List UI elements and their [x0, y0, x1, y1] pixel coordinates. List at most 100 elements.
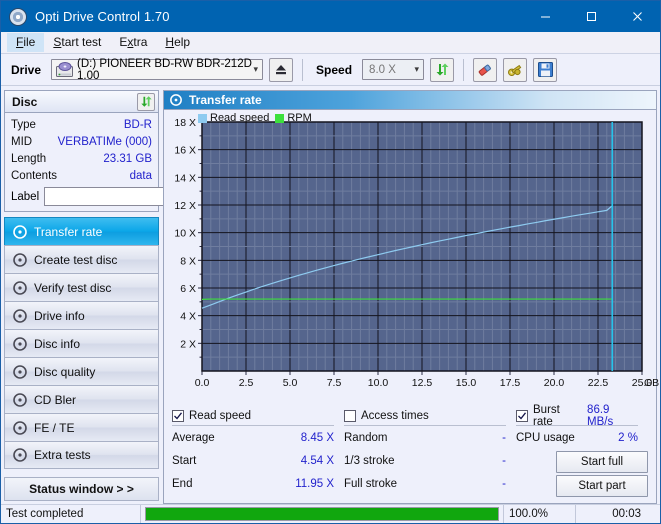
sidebar-item-extra-tests[interactable]: Extra tests	[4, 441, 159, 469]
disc-row-value: VERBATIMe (000)	[58, 134, 152, 151]
disc-refresh-button[interactable]	[137, 93, 155, 111]
disc-row-value: data	[130, 168, 152, 185]
read-speed-checkbox-row[interactable]: Read speed	[172, 407, 334, 426]
disc-row-value: 23.31 GB	[103, 151, 152, 168]
access-times-checkbox[interactable]	[344, 410, 356, 422]
stats-col-read-speed: Read speed Average 8.45 X Start 4.54 X E…	[172, 407, 344, 503]
eject-button[interactable]	[269, 58, 293, 82]
sidebar-item-label: Extra tests	[34, 448, 91, 462]
toolbar: Drive (D:) PIONEER BD-RW BDR-212D 1.00 ▾	[1, 54, 660, 86]
maximize-button[interactable]	[568, 1, 614, 32]
speed-select[interactable]: 8.0 X ▾	[362, 59, 424, 80]
menu-help-rest: elp	[174, 35, 190, 49]
sidebar-item-label: Verify test disc	[34, 281, 111, 295]
transfer-rate-header: Transfer rate	[164, 91, 656, 110]
stat-label: 1/3 stroke	[344, 455, 395, 467]
disc-row-value: BD-R	[124, 117, 152, 134]
menu-file-rest: ile	[23, 35, 35, 49]
close-button[interactable]	[614, 1, 660, 32]
disc-icon	[13, 365, 27, 379]
start-part-button[interactable]: Start part	[556, 475, 648, 497]
sidebar-item-cd-bler[interactable]: CD Bler	[4, 385, 159, 413]
erase-button[interactable]	[473, 58, 497, 82]
svg-text:GB: GB	[644, 377, 659, 389]
stat-row-average: Average 8.45 X	[172, 426, 334, 449]
tools-button[interactable]	[503, 58, 527, 82]
sidebar-item-label: CD Bler	[34, 393, 76, 407]
disc-icon	[13, 281, 27, 295]
menu-start-test[interactable]: Start test	[44, 33, 110, 52]
minimize-button[interactable]	[522, 1, 568, 32]
title-bar: Opti Drive Control 1.70	[1, 1, 660, 32]
svg-text:10 X: 10 X	[174, 228, 196, 240]
svg-text:22.5: 22.5	[588, 377, 609, 389]
sidebar-item-create-test-disc[interactable]: Create test disc	[4, 245, 159, 273]
drive-select[interactable]: (D:) PIONEER BD-RW BDR-212D 1.00 ▾	[51, 59, 263, 80]
disc-row-key: MID	[11, 134, 32, 151]
toolbar-separator-2	[463, 59, 464, 81]
sidebar-item-label: Create test disc	[34, 253, 117, 267]
read-speed-checkbox[interactable]	[172, 410, 184, 422]
speed-select-value: 8.0 X	[369, 64, 396, 76]
menu-extra[interactable]: Extra	[110, 33, 156, 52]
menu-help[interactable]: Help	[156, 33, 199, 52]
sidebar-item-label: Drive info	[34, 309, 85, 323]
disc-panel-title: Disc	[12, 95, 37, 109]
sidebar-item-label: Disc quality	[34, 365, 95, 379]
stat-row-end: End 11.95 X	[172, 472, 334, 495]
disc-label-key: Label	[11, 191, 39, 203]
speed-label: Speed	[312, 63, 356, 77]
stat-value: 4.54 X	[301, 455, 334, 467]
sidebar-item-verify-test-disc[interactable]: Verify test disc	[4, 273, 159, 301]
legend-label: RPM	[287, 112, 311, 124]
drive-label: Drive	[7, 63, 45, 77]
right-column: Transfer rate Read speed RPM 2 X4 X6 X8 …	[163, 90, 657, 504]
stat-row-third-stroke: 1/3 stroke -	[344, 449, 506, 472]
menu-file[interactable]: File	[7, 33, 44, 52]
sidebar-item-label: Disc info	[34, 337, 80, 351]
sidebar-item-fe-te[interactable]: FE / TE	[4, 413, 159, 441]
access-times-label: Access times	[361, 410, 429, 422]
sidebar-item-disc-quality[interactable]: Disc quality	[4, 357, 159, 385]
menu-start-test-rest: tart test	[61, 35, 101, 49]
stat-value: 2 %	[618, 432, 638, 444]
svg-text:12 X: 12 X	[174, 200, 196, 212]
stat-value: -	[502, 455, 506, 467]
disc-icon	[13, 448, 27, 462]
refresh-button[interactable]	[430, 58, 454, 82]
sidebar-item-transfer-rate[interactable]: Transfer rate	[4, 217, 159, 245]
svg-text:2.5: 2.5	[239, 377, 254, 389]
progress-fill	[146, 508, 498, 520]
stat-row-full-stroke: Full stroke -	[344, 472, 506, 495]
chevron-down-icon: ▾	[254, 60, 259, 79]
disc-icon	[13, 309, 27, 323]
disc-row-length: Length 23.31 GB	[11, 151, 152, 168]
stat-value: -	[502, 432, 506, 444]
svg-text:20.0: 20.0	[544, 377, 565, 389]
legend-swatch	[275, 114, 284, 123]
stats-panel: Read speed Average 8.45 X Start 4.54 X E…	[164, 404, 656, 503]
disc-row-key: Contents	[11, 168, 57, 185]
svg-text:2 X: 2 X	[180, 338, 196, 350]
start-full-button[interactable]: Start full	[556, 451, 648, 473]
sidebar-item-drive-info[interactable]: Drive info	[4, 301, 159, 329]
left-column: Disc Type BD-R MID VERB	[4, 90, 159, 504]
disc-icon	[13, 421, 27, 435]
main-body: Disc Type BD-R MID VERB	[1, 86, 660, 504]
disc-row-key: Length	[11, 151, 46, 168]
burst-rate-checkbox-row[interactable]: Burst rate 86.9 MB/s	[516, 407, 638, 426]
burst-rate-checkbox[interactable]	[516, 410, 528, 422]
chart-legend: Read speed RPM	[198, 112, 312, 124]
stat-row-cpu-usage: CPU usage 2 %	[516, 426, 638, 449]
sidebar-item-disc-info[interactable]: Disc info	[4, 329, 159, 357]
chevron-down-icon: ▾	[415, 60, 420, 79]
access-times-checkbox-row[interactable]: Access times	[344, 407, 506, 426]
save-button[interactable]	[533, 58, 557, 82]
chart-svg: 2 X4 X6 X8 X10 X12 X14 X16 X18 X0.02.55.…	[164, 110, 661, 399]
resize-grip[interactable]	[646, 505, 660, 523]
status-message: Test completed	[1, 505, 141, 523]
stat-value: 11.95 X	[295, 478, 334, 490]
status-window-button[interactable]: Status window > >	[4, 477, 159, 501]
elapsed-time: 00:03	[576, 505, 646, 523]
disc-icon	[13, 225, 27, 239]
